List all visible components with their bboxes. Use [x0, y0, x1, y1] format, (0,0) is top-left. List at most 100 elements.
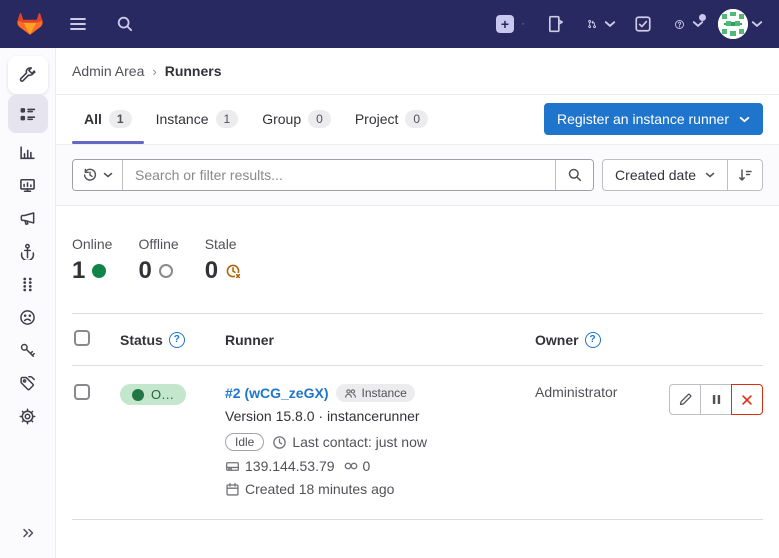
sidebar-item-overview[interactable] — [8, 95, 48, 133]
runner-version: Version 15.8.0 · instancerunner — [225, 408, 420, 424]
anchor-icon — [19, 243, 36, 260]
top-navbar: + — [0, 0, 779, 48]
register-runner-button[interactable]: Register an instance runner — [544, 103, 763, 135]
pause-runner-button[interactable] — [700, 384, 732, 415]
runner-name-link[interactable]: #2 (wCG_zeGX) — [225, 385, 328, 401]
online-dot-icon — [132, 389, 144, 401]
search-submit-button[interactable] — [555, 160, 593, 190]
notification-dot — [699, 14, 706, 21]
todos-icon[interactable] — [630, 11, 656, 37]
close-icon — [740, 393, 754, 407]
sort-direction-button[interactable] — [728, 159, 763, 191]
created-ago-text: Created 18 minutes ago — [245, 481, 394, 497]
stat-offline: Offline 0 — [138, 236, 178, 285]
runner-ip: 139.144.53.79 — [245, 458, 335, 474]
merge-request-icon — [583, 15, 601, 33]
issues-icon[interactable] — [543, 11, 569, 37]
search-icon[interactable] — [112, 11, 138, 37]
calendar-icon — [225, 482, 240, 497]
tab-all-count: 1 — [109, 110, 132, 128]
megaphone-icon — [19, 210, 36, 227]
labels-icon — [19, 375, 36, 392]
runner-tabs: All 1 Instance 1 Group 0 Project 0 Regis… — [56, 95, 779, 144]
edit-runner-button[interactable] — [669, 384, 701, 415]
sidebar-item-credentials[interactable] — [8, 334, 48, 366]
status-help-icon[interactable]: ? — [169, 332, 185, 348]
stale-count: 0 — [205, 257, 218, 285]
tab-project-count: 0 — [405, 110, 428, 128]
tab-group[interactable]: Group 0 — [250, 95, 343, 143]
search-history-dropdown[interactable] — [73, 160, 123, 190]
tab-project[interactable]: Project 0 — [343, 95, 440, 143]
row-checkbox[interactable] — [74, 384, 90, 400]
runner-actions — [669, 384, 763, 497]
new-plus-icon: + — [496, 15, 514, 33]
main-content: Admin Area › Runners All 1 Instance 1 Gr… — [56, 0, 779, 520]
frown-face-icon — [19, 309, 36, 326]
search-control — [72, 159, 594, 191]
owner-help-icon[interactable]: ? — [585, 332, 601, 348]
link-icon — [343, 458, 359, 474]
pencil-icon — [678, 392, 693, 407]
delete-runner-button[interactable] — [731, 384, 763, 415]
breadcrumb-separator: › — [152, 64, 156, 79]
sidebar-item-abuse-reports[interactable] — [8, 301, 48, 333]
select-all-checkbox[interactable] — [74, 330, 90, 346]
sort-descending-icon — [737, 167, 753, 183]
chevron-down-icon — [103, 171, 113, 179]
linked-count: 0 — [363, 458, 371, 474]
chevron-down-icon — [517, 19, 529, 29]
help-icon — [670, 15, 689, 34]
sidebar-item-labels[interactable] — [8, 367, 48, 399]
merge-requests-dropdown[interactable] — [583, 15, 616, 33]
runners-table: Status ? Runner Owner ? Online #2 (wCG_z… — [72, 313, 763, 520]
double-chevron-right-icon — [20, 525, 36, 541]
tab-group-count: 0 — [308, 110, 331, 128]
tab-instance-count: 1 — [216, 110, 239, 128]
owner-link[interactable]: Administrator — [535, 384, 617, 400]
help-dropdown[interactable] — [670, 15, 704, 34]
tab-all[interactable]: All 1 — [72, 95, 144, 143]
breadcrumb-runners: Runners — [165, 63, 222, 79]
user-menu-dropdown[interactable] — [718, 9, 763, 39]
sidebar-item-monitoring[interactable] — [8, 169, 48, 201]
sidebar-collapse-button[interactable] — [20, 525, 36, 544]
sidebar-item-messages[interactable] — [8, 202, 48, 234]
chevron-down-icon — [705, 171, 715, 179]
applications-icon — [19, 276, 36, 293]
status-badge: Online — [120, 384, 186, 405]
stale-clock-icon — [225, 263, 242, 280]
sidebar-item-settings[interactable] — [8, 400, 48, 432]
table-header: Status ? Runner Owner ? — [72, 313, 763, 366]
sidebar-item-applications[interactable] — [8, 268, 48, 300]
sort-by-dropdown[interactable]: Created date — [602, 159, 728, 191]
sidebar-item-analytics[interactable] — [8, 136, 48, 168]
wrench-icon — [19, 67, 36, 84]
chevron-down-icon — [604, 19, 616, 29]
runner-column-header: Runner — [225, 332, 274, 348]
runner-row: Online #2 (wCG_zeGX) Instance Version 15… — [72, 366, 763, 520]
sort-control: Created date — [602, 159, 763, 191]
gitlab-logo[interactable] — [16, 10, 44, 38]
runner-stats: Online 1 Offline 0 Stale 0 — [56, 206, 779, 313]
online-count: 1 — [72, 257, 85, 285]
hard-drive-icon — [225, 459, 240, 474]
breadcrumb-admin-area[interactable]: Admin Area — [72, 63, 144, 79]
chevron-down-icon — [751, 19, 763, 29]
history-icon — [82, 167, 98, 183]
runner-type-badge: Instance — [336, 384, 414, 402]
tab-instance[interactable]: Instance 1 — [144, 95, 251, 143]
monitor-icon — [19, 177, 36, 194]
sidebar-item-admin-wrench[interactable] — [8, 56, 48, 94]
hamburger-menu-icon[interactable] — [64, 10, 92, 38]
stat-stale: Stale 0 — [205, 236, 242, 285]
search-icon — [567, 167, 583, 183]
search-input[interactable] — [123, 160, 555, 190]
breadcrumb: Admin Area › Runners — [56, 48, 779, 95]
new-menu-dropdown[interactable]: + — [496, 15, 529, 33]
chevron-down-icon — [692, 19, 704, 29]
overview-icon — [19, 106, 36, 123]
last-contact-text: Last contact: just now — [292, 434, 427, 450]
gear-icon — [19, 408, 36, 425]
sidebar-item-hooks[interactable] — [8, 235, 48, 267]
